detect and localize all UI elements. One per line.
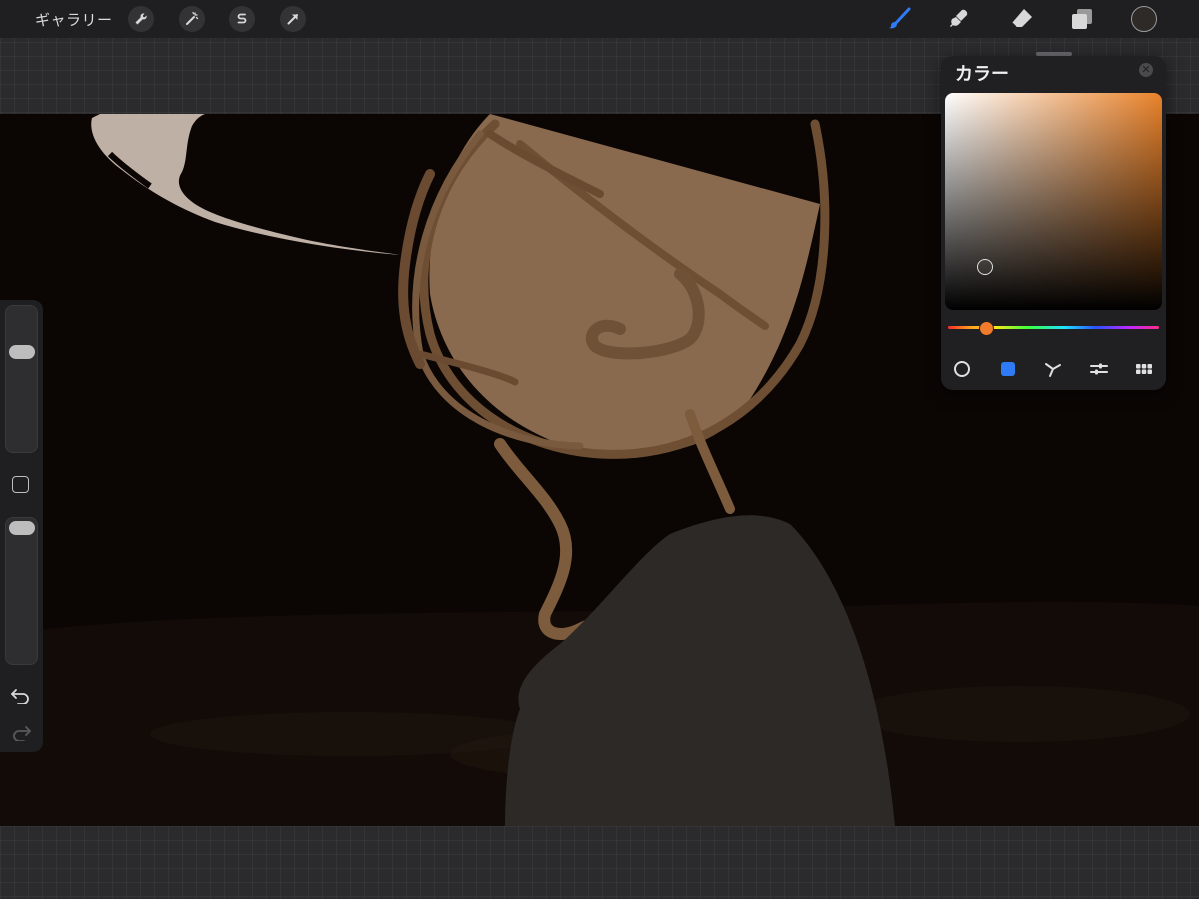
- layers-icon[interactable]: [1068, 5, 1096, 33]
- close-icon[interactable]: ✕: [1139, 63, 1153, 77]
- color-picker-handle[interactable]: [977, 259, 993, 275]
- undo-icon[interactable]: [10, 686, 32, 704]
- opacity-slider[interactable]: [5, 517, 38, 665]
- hue-thumb[interactable]: [979, 321, 994, 336]
- color-panel: カラー ✕: [941, 56, 1166, 390]
- left-sidebar: [0, 300, 43, 752]
- brush-size-slider[interactable]: [5, 305, 38, 453]
- palettes-mode-icon[interactable]: [1133, 358, 1155, 380]
- selection-s-icon[interactable]: [229, 6, 255, 32]
- top-toolbar: ギャラリー: [0, 0, 1199, 38]
- wrench-icon[interactable]: [128, 6, 154, 32]
- saturation-value-square[interactable]: [945, 93, 1162, 310]
- brush-size-thumb[interactable]: [9, 345, 35, 359]
- current-color-swatch[interactable]: [1131, 6, 1157, 32]
- brush-icon[interactable]: [886, 5, 914, 33]
- classic-mode-icon[interactable]: [997, 358, 1019, 380]
- panel-title: カラー: [955, 64, 1009, 84]
- value-mode-icon[interactable]: [1088, 358, 1110, 380]
- modify-button[interactable]: [12, 476, 29, 493]
- magic-wand-icon[interactable]: [179, 6, 205, 32]
- opacity-thumb[interactable]: [9, 521, 35, 535]
- eraser-icon[interactable]: [1008, 5, 1036, 33]
- redo-icon[interactable]: [10, 723, 32, 741]
- transform-arrow-icon[interactable]: [280, 6, 306, 32]
- smudge-icon[interactable]: [946, 5, 974, 33]
- gallery-button[interactable]: ギャラリー: [35, 9, 113, 30]
- harmony-mode-icon[interactable]: [1042, 358, 1064, 380]
- disc-mode-icon[interactable]: [951, 358, 973, 380]
